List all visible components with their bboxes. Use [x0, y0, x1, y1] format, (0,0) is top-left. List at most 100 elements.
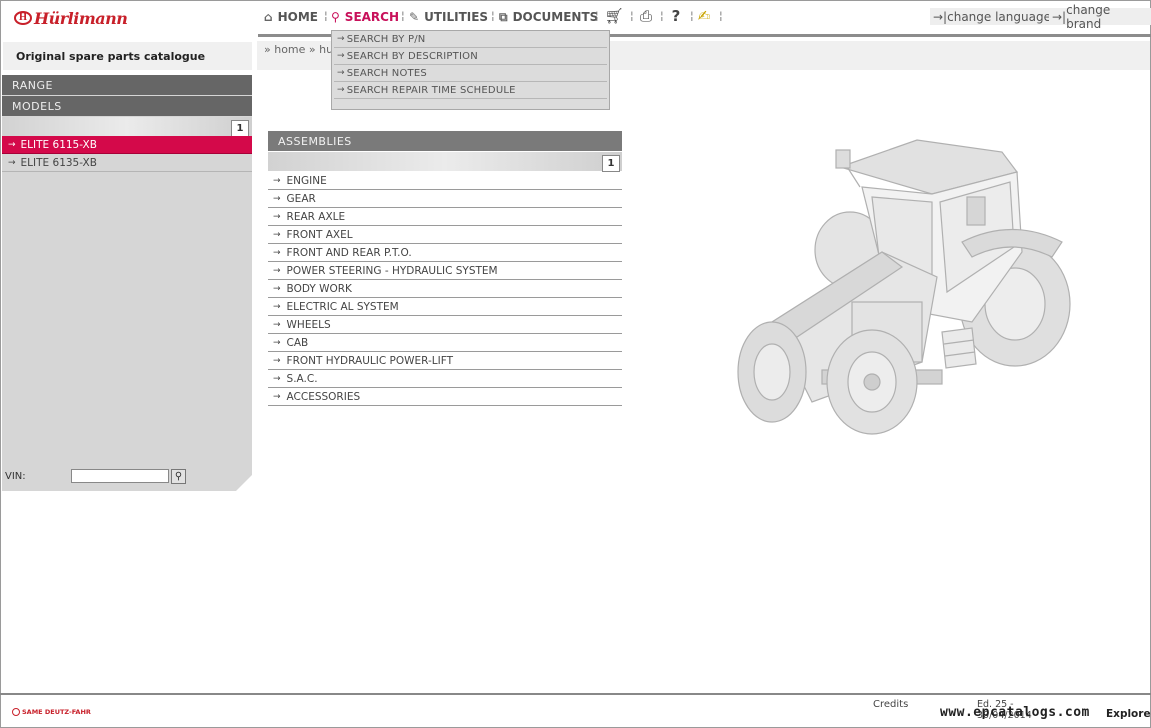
nav-documents[interactable]: ⧉ DOCUMENTS	[499, 8, 598, 26]
nav-home[interactable]: ⌂ HOME	[264, 8, 318, 26]
assembly-item[interactable]: → GEAR	[268, 190, 622, 208]
range-header[interactable]: RANGE	[2, 75, 252, 95]
catalogue-title-bar: Original spare parts catalogue	[3, 42, 252, 70]
menu-item-search-by-description[interactable]: → SEARCH BY DESCRIPTION	[334, 48, 607, 65]
change-brand-prefix: →|	[1052, 9, 1067, 24]
assembly-label: S.A.C.	[286, 372, 318, 385]
notes-icon[interactable]: ✍	[694, 6, 714, 26]
search-icon: ⚲	[331, 10, 340, 24]
sidebar: RANGE MODELS 1 → ELITE 6115-XB → ELITE 6…	[2, 75, 252, 491]
menu-item-label: SEARCH BY DESCRIPTION	[346, 50, 478, 62]
assembly-label: REAR AXLE	[286, 210, 346, 223]
tractor-illustration	[737, 139, 1071, 435]
assembly-item[interactable]: → ENGINE	[268, 172, 622, 190]
breadcrumb-text[interactable]: » home » hu	[264, 43, 333, 56]
models-page-number[interactable]: 1	[231, 120, 249, 137]
nav-utilities[interactable]: ✎ UTILITIES	[409, 8, 488, 26]
assemblies-pager	[268, 152, 622, 171]
vin-label: VIN:	[5, 471, 26, 482]
nav-separator: ¦	[595, 9, 599, 22]
arrow-right-icon: →	[8, 157, 16, 168]
nav-documents-label: DOCUMENTS	[512, 10, 599, 24]
assembly-item[interactable]: → FRONT AXEL	[268, 226, 622, 244]
brand-logo: H Hürlimann	[14, 8, 128, 28]
menu-item-label: SEARCH BY P/N	[346, 33, 426, 45]
menu-item-search-by-pn[interactable]: → SEARCH BY P/N	[334, 31, 607, 48]
assembly-item[interactable]: → FRONT AND REAR P.T.O.	[268, 244, 622, 262]
assembly-item[interactable]: → POWER STEERING - HYDRAULIC SYSTEM	[268, 262, 622, 280]
assembly-label: CAB	[286, 336, 309, 349]
change-brand-label: change brand	[1066, 2, 1111, 31]
assembly-label: ENGINE	[286, 174, 327, 187]
catalogue-title: Original spare parts catalogue	[16, 49, 206, 63]
assembly-label: ELECTRIC AL SYSTEM	[286, 300, 399, 313]
arrow-right-icon: →	[337, 85, 345, 95]
arrow-right-icon: →	[337, 34, 345, 44]
assembly-item[interactable]: → WHEELS	[268, 316, 622, 334]
assembly-label: ACCESSORIES	[286, 390, 361, 403]
assemblies-page-number[interactable]: 1	[602, 155, 620, 172]
nav-search-label: SEARCH	[344, 10, 400, 24]
menu-item-search-repair-time[interactable]: → SEARCH REPAIR TIME SCHEDULE	[334, 82, 607, 99]
arrow-right-icon: →	[273, 391, 281, 402]
range-label: RANGE	[12, 78, 53, 92]
assembly-item[interactable]: → CAB	[268, 334, 622, 352]
vin-input[interactable]	[71, 469, 169, 483]
arrow-right-icon: →	[273, 337, 281, 348]
arrow-right-icon: →	[273, 373, 281, 384]
arrow-right-icon: →	[273, 211, 281, 222]
arrow-right-icon: →	[273, 247, 281, 258]
arrow-right-icon: →	[273, 283, 281, 294]
assembly-item[interactable]: → FRONT HYDRAULIC POWER-LIFT	[268, 352, 622, 370]
arrow-right-icon: →	[337, 51, 345, 61]
print-icon[interactable]: ⎙	[636, 6, 656, 26]
search-dropdown-menu: → SEARCH BY P/N → SEARCH BY DESCRIPTION → S…	[331, 30, 610, 110]
arrow-right-icon: →	[8, 139, 16, 150]
models-header[interactable]: MODELS	[2, 96, 252, 116]
menu-item-label: SEARCH NOTES	[346, 67, 427, 79]
company-emblem-icon	[12, 708, 20, 716]
menu-item-search-notes[interactable]: → SEARCH NOTES	[334, 65, 607, 82]
assembly-item[interactable]: → ACCESSORIES	[268, 388, 622, 406]
assembly-item[interactable]: → REAR AXLE	[268, 208, 622, 226]
model-item[interactable]: → ELITE 6135-XB	[2, 154, 252, 172]
arrow-right-icon: →	[273, 355, 281, 366]
model-item[interactable]: → ELITE 6115-XB	[2, 136, 252, 154]
assembly-label: FRONT AXEL	[286, 228, 353, 241]
arrow-right-icon: →	[273, 301, 281, 312]
assembly-label: FRONT AND REAR P.T.O.	[286, 246, 412, 259]
brand-logo-text: Hürlimann	[34, 8, 128, 28]
menu-item-label: SEARCH REPAIR TIME SCHEDULE	[346, 84, 516, 96]
models-label: MODELS	[12, 99, 62, 113]
assembly-label: GEAR	[286, 192, 316, 205]
nav-separator: ¦	[660, 9, 664, 22]
assembly-item[interactable]: → BODY WORK	[268, 280, 622, 298]
change-language-label: change language	[947, 9, 1051, 24]
change-language-link[interactable]: →| change language	[930, 8, 1054, 25]
assemblies-title: ASSEMBLIES	[278, 134, 352, 148]
arrow-right-icon: →	[273, 193, 281, 204]
footer-divider	[0, 693, 1151, 695]
credits-link[interactable]: Credits	[873, 699, 908, 710]
assembly-label: WHEELS	[286, 318, 331, 331]
nav-separator: ¦	[401, 9, 405, 22]
sidebar-corner	[236, 475, 252, 491]
help-icon[interactable]: ?	[666, 6, 686, 26]
wrench-icon: ✎	[409, 10, 420, 24]
vin-search-button[interactable]: ⚲	[171, 469, 186, 484]
company-name: SAME DEUTZ-FAHR	[22, 708, 91, 716]
arrow-right-icon: →	[273, 175, 281, 186]
assembly-item[interactable]: → ELECTRIC AL SYSTEM	[268, 298, 622, 316]
change-language-prefix: →|	[933, 9, 948, 24]
nav-separator: ¦	[630, 9, 634, 22]
model-label: ELITE 6115-XB	[20, 138, 97, 151]
change-brand-link[interactable]: →| change brand	[1049, 3, 1151, 31]
cart-icon[interactable]: 🛒︎	[604, 6, 624, 26]
company-logo: SAME DEUTZ-FAHR	[12, 708, 91, 716]
brand-emblem-icon: H	[14, 11, 32, 25]
nav-search[interactable]: ⚲ SEARCH	[331, 8, 399, 26]
nav-home-label: HOME	[277, 10, 318, 24]
documents-icon: ⧉	[499, 9, 508, 24]
assembly-item[interactable]: → S.A.C.	[268, 370, 622, 388]
arrow-right-icon: →	[273, 319, 281, 330]
